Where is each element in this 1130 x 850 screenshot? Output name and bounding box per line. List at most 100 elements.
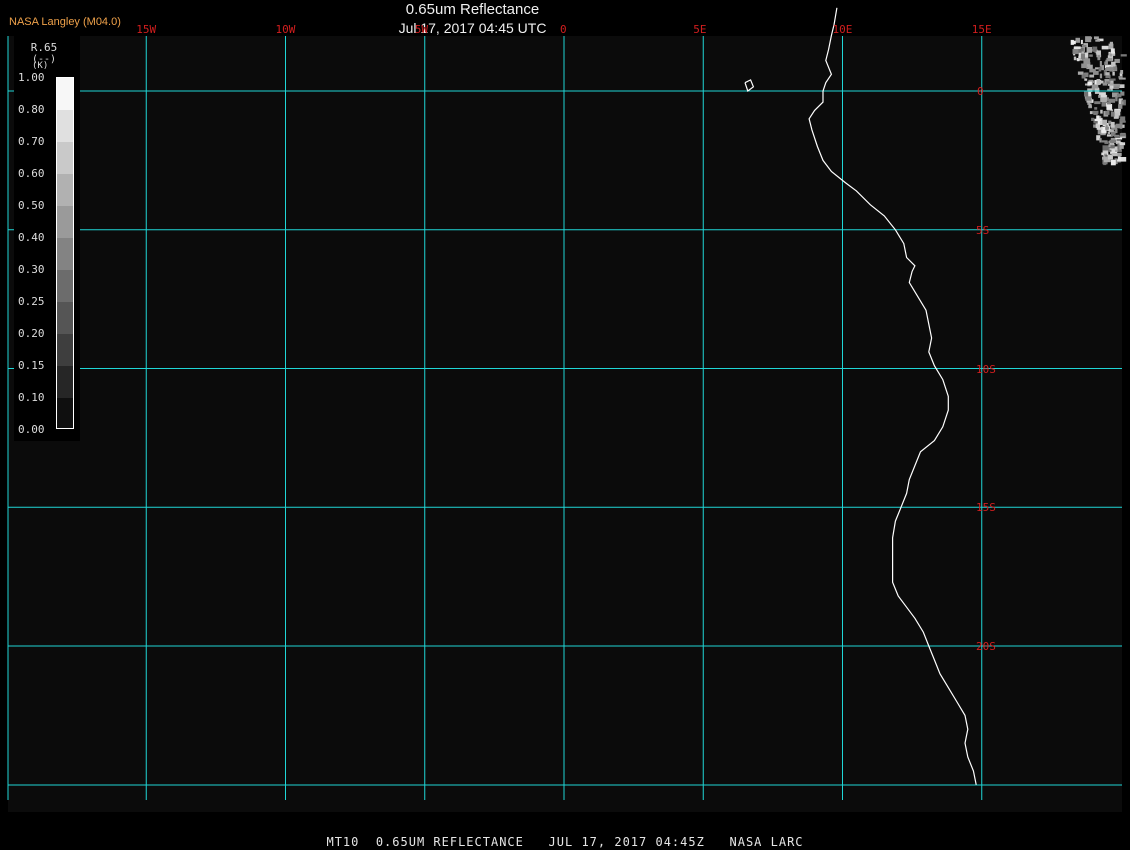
cloud-pixel [1102,119,1108,125]
cloud-pixel [1105,59,1108,65]
cloud-pixel [1117,143,1120,150]
cloud-pixel [1089,68,1096,73]
cloud-pixel [1119,142,1126,146]
lon-label: 5E [693,23,707,36]
lon-label: 5W [414,23,428,36]
cloud-pixel [1113,83,1121,87]
cloud-pixel [1096,127,1103,130]
cloud-pixel [1089,54,1093,57]
cloud-pixel [1102,150,1108,153]
legend-tick-label: 0.10 [18,391,45,404]
lat-label: 5S [976,223,990,237]
cloud-pixel [1084,91,1089,97]
cloud-pixel [1102,145,1109,152]
cloud-pixel [1106,67,1113,71]
cloud-pixel [1076,58,1080,62]
reflectance-map[interactable] [0,0,1130,850]
image-title: 0.65um Reflectance [405,1,540,18]
cloud-pixel [1089,111,1093,115]
legend-tick-label: 0.50 [18,199,45,212]
cloud-pixel [1107,101,1111,105]
lat-label: 10S [976,362,996,376]
cloud-pixel [1121,101,1124,104]
cloud-pixel [1098,67,1102,72]
cloud-pixel [1073,56,1077,61]
footer-caption: MT10 0.65UM REFLECTANCE JUL 17, 2017 04:… [326,835,804,849]
cloud-pixel [1099,61,1102,67]
cloud-pixel [1109,41,1113,46]
cloud-pixel [1100,109,1103,114]
cloud-pixel [1085,36,1092,43]
cloud-pixel [1111,131,1115,137]
cloud-pixel [1117,152,1122,157]
cloud-pixel [1101,45,1109,50]
lon-label: 15W [136,23,157,36]
cloud-pixel [1073,46,1081,49]
cloud-pixel [1101,140,1108,143]
cloud-pixel [1095,39,1100,42]
cloud-pixel [1088,103,1092,108]
cloud-pixel [1108,144,1111,147]
cloud-pixel [1094,107,1098,110]
cloud-pixel [1112,71,1115,76]
brand-label: NASA Langley (M04.0) [9,16,121,28]
cloud-pixel [1089,74,1095,78]
cloud-pixel [1110,121,1115,128]
cloud-pixel [1109,53,1112,57]
cloud-pixel [1115,140,1121,143]
legend-tick-label: 0.20 [18,327,45,340]
cloud-pixel [1086,47,1092,53]
cloud-pixel [1105,126,1109,130]
legend-tick-label: 0.15 [18,359,45,372]
lon-label: 10W [275,23,296,36]
cloud-pixel [1081,74,1086,79]
cloud-pixel [1109,78,1116,81]
lon-label: 10E [832,23,853,36]
cloud-pixel [1111,61,1116,66]
map-field [8,36,1122,812]
cloud-pixel [1094,119,1101,121]
cloud-pixel [1110,159,1116,166]
cloud-pixel [1099,138,1102,143]
cloud-pixel [1105,110,1110,115]
cloud-pixel [1092,46,1098,52]
cloud-pixel [1109,139,1116,143]
lat-label: 15S [976,501,996,515]
cloud-pixel [1109,82,1114,86]
lat-label: 20S [976,640,996,653]
cloud-pixel [1077,71,1084,75]
legend-tick-label: 0.70 [18,135,45,148]
cloud-pixel [1093,124,1096,128]
cloud-pixel [1106,104,1113,110]
cloud-pixel [1117,149,1122,152]
cloud-pixel [1085,72,1089,78]
cloud-pixel [1081,44,1087,47]
cloud-pixel [1120,70,1124,74]
cloud-pixel [1119,77,1126,80]
cloud-pixel [1113,66,1117,71]
cloud-pixel [1105,72,1110,76]
cloud-pixel [1115,96,1118,102]
cloud-pixel [1110,111,1115,117]
lat-label: 0 [977,85,984,98]
lon-label: 0 [560,23,567,36]
legend-tick-label: 0.40 [18,231,45,244]
cloud-pixel [1087,81,1092,86]
cloud-pixel [1097,54,1101,61]
cloud-pixel [1083,58,1091,65]
legend-tick-label: 0.25 [18,295,45,308]
cloud-pixel [1075,37,1080,43]
legend-tick-label: 0.30 [18,263,45,276]
cloud-pixel [1071,40,1076,45]
legend-color-bar [56,77,74,429]
legend-tick-label: 0.80 [18,103,45,116]
cloud-pixel [1118,104,1123,109]
legend-title: R.65 [30,41,58,54]
cloud-pixel [1111,153,1118,157]
cloud-pixel [1098,94,1101,98]
cloud-pixel [1120,116,1126,122]
color-legend: R.65 (--) (K) 1.00 0.80 0.70 0.60 0.50 0.40 0.… [14,36,80,441]
cloud-pixel [1080,39,1083,45]
cloud-pixel [1072,49,1079,55]
legend-tick-label: 1.00 [18,71,45,84]
